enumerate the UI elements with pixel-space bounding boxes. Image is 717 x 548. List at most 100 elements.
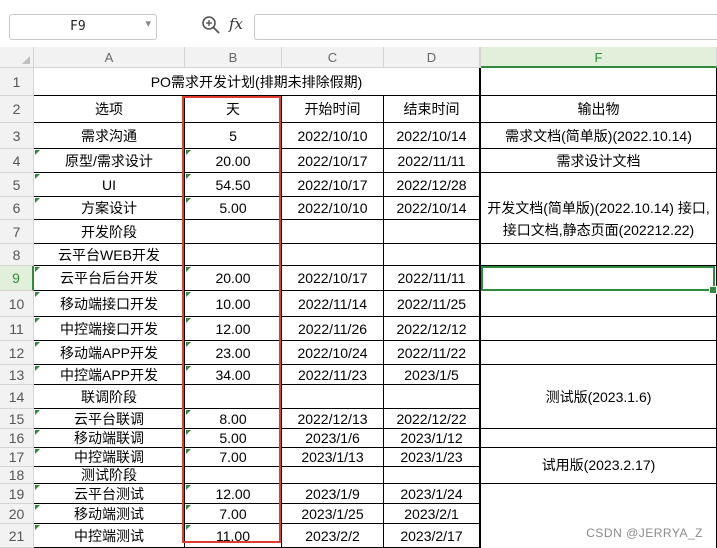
output-f17[interactable]: 试用版(2023.2.17) <box>480 445 717 485</box>
cell-a16[interactable]: 移动端联调 <box>34 429 185 448</box>
cell-a4[interactable]: 原型/需求设计 <box>34 149 185 173</box>
row-header-19[interactable]: 19 <box>0 484 34 504</box>
cell-c4[interactable]: 2022/10/17 <box>282 149 384 173</box>
cell-c21[interactable]: 2023/2/2 <box>282 524 384 548</box>
row-header-11[interactable]: 11 <box>0 317 34 341</box>
cell-b16[interactable]: 5.00 <box>185 429 282 448</box>
row-header-12[interactable]: 12 <box>0 341 34 365</box>
zoom-search-icon[interactable] <box>201 15 221 35</box>
cell-a13[interactable]: 中控端APP开发 <box>34 365 185 385</box>
cell-c3[interactable]: 2022/10/10 <box>282 123 384 149</box>
cell-b18[interactable] <box>185 467 282 484</box>
cell-a11[interactable]: 中控端接口开发 <box>34 317 185 341</box>
cell-f1[interactable] <box>480 68 717 96</box>
cell-b13[interactable]: 34.00 <box>185 365 282 385</box>
header-output[interactable]: 输出物 <box>480 96 717 123</box>
cell-d12[interactable]: 2022/11/22 <box>384 341 480 365</box>
header-end[interactable]: 结束时间 <box>384 96 480 123</box>
cell-d7[interactable] <box>384 220 480 244</box>
cell-d8[interactable] <box>384 244 480 266</box>
cell-b8[interactable] <box>185 244 282 266</box>
header-item[interactable]: 选项 <box>34 96 185 123</box>
output-f5[interactable]: 开发文档(简单版)(2022.10.14) 接口,接口文档,静态页面(20221… <box>480 173 717 266</box>
cell-f11[interactable] <box>480 317 717 341</box>
fill-handle[interactable] <box>709 286 717 294</box>
cell-b6[interactable]: 5.00 <box>185 197 282 220</box>
row-header-15[interactable]: 15 <box>0 409 34 429</box>
cell-d16[interactable]: 2023/1/12 <box>384 429 480 448</box>
cell-a6[interactable]: 方案设计 <box>34 197 185 220</box>
header-start[interactable]: 开始时间 <box>282 96 384 123</box>
row-header-5[interactable]: 5 <box>0 173 34 197</box>
cell-d10[interactable]: 2022/11/25 <box>384 291 480 317</box>
cell-a19[interactable]: 云平台测试 <box>34 484 185 504</box>
row-header-21[interactable]: 21 <box>0 524 34 548</box>
cell-a21[interactable]: 中控端测试 <box>34 524 185 548</box>
cell-f12[interactable] <box>480 341 717 365</box>
cell-f15[interactable] <box>480 409 717 429</box>
cell-a9[interactable]: 云平台后台开发 <box>34 266 185 291</box>
sheet-title[interactable]: PO需求开发计划(排期未排除假期) <box>34 68 480 96</box>
cell-c5[interactable]: 2022/10/17 <box>282 173 384 197</box>
cell-d15[interactable]: 2022/12/22 <box>384 409 480 429</box>
cell-c18[interactable] <box>282 467 384 484</box>
row-header-17[interactable]: 17 <box>0 448 34 467</box>
cell-a7[interactable]: 开发阶段 <box>34 220 185 244</box>
cell-a8[interactable]: 云平台WEB开发 <box>34 244 185 266</box>
cell-b15[interactable]: 8.00 <box>185 409 282 429</box>
cell-c8[interactable] <box>282 244 384 266</box>
cell-a15[interactable]: 云平台联调 <box>34 409 185 429</box>
fx-icon[interactable]: fx <box>229 15 243 33</box>
cell-b7[interactable] <box>185 220 282 244</box>
select-all-corner[interactable] <box>0 47 34 68</box>
column-header-c[interactable]: C <box>282 47 384 68</box>
cell-d6[interactable]: 2022/10/14 <box>384 197 480 220</box>
cell-a10[interactable]: 移动端接口开发 <box>34 291 185 317</box>
cell-c15[interactable]: 2022/12/13 <box>282 409 384 429</box>
cell-c16[interactable]: 2023/1/6 <box>282 429 384 448</box>
cell-d3[interactable]: 2022/10/14 <box>384 123 480 149</box>
cell-c13[interactable]: 2022/11/23 <box>282 365 384 385</box>
cell-b3[interactable]: 5 <box>185 123 282 149</box>
cell-d11[interactable]: 2022/12/12 <box>384 317 480 341</box>
cell-c9[interactable]: 2022/10/17 <box>282 266 384 291</box>
cell-c6[interactable]: 2022/10/10 <box>282 197 384 220</box>
cell-a14[interactable]: 联调阶段 <box>34 385 185 409</box>
row-header-6[interactable]: 6 <box>0 197 34 220</box>
cell-b14[interactable] <box>185 385 282 409</box>
cell-b12[interactable]: 23.00 <box>185 341 282 365</box>
cell-c17[interactable]: 2023/1/13 <box>282 448 384 467</box>
cell-a3[interactable]: 需求沟通 <box>34 123 185 149</box>
cell-f13[interactable] <box>480 365 717 385</box>
cell-b19[interactable]: 12.00 <box>185 484 282 504</box>
cell-b5[interactable]: 54.50 <box>185 173 282 197</box>
row-header-14[interactable]: 14 <box>0 385 34 409</box>
cell-d14[interactable] <box>384 385 480 409</box>
cell-c7[interactable] <box>282 220 384 244</box>
row-header-4[interactable]: 4 <box>0 149 34 173</box>
output-f3[interactable]: 需求文档(简单版)(2022.10.14) <box>480 123 717 149</box>
output-f14[interactable]: 测试版(2023.1.6) <box>480 385 717 409</box>
row-header-13[interactable]: 13 <box>0 365 34 385</box>
cell-d21[interactable]: 2023/2/17 <box>384 524 480 548</box>
cell-c19[interactable]: 2023/1/9 <box>282 484 384 504</box>
cell-b9[interactable]: 20.00 <box>185 266 282 291</box>
row-header-16[interactable]: 16 <box>0 429 34 448</box>
output-f4[interactable]: 需求设计文档 <box>480 149 717 173</box>
chevron-down-icon[interactable]: ▾ <box>145 17 151 30</box>
formula-input[interactable] <box>254 14 717 40</box>
column-header-f[interactable]: F <box>481 47 717 68</box>
row-header-10[interactable]: 10 <box>0 291 34 317</box>
row-header-8[interactable]: 8 <box>0 244 34 266</box>
cell-d17[interactable]: 2023/1/23 <box>384 448 480 467</box>
cell-c10[interactable]: 2022/11/14 <box>282 291 384 317</box>
cell-c14[interactable] <box>282 385 384 409</box>
cell-c12[interactable]: 2022/10/24 <box>282 341 384 365</box>
cell-d4[interactable]: 2022/11/11 <box>384 149 480 173</box>
name-box[interactable]: F9 ▾ <box>9 14 157 40</box>
cell-f20[interactable] <box>480 504 717 524</box>
row-header-20[interactable]: 20 <box>0 504 34 524</box>
cell-b20[interactable]: 7.00 <box>185 504 282 524</box>
cell-d13[interactable]: 2023/1/5 <box>384 365 480 385</box>
cell-b4[interactable]: 20.00 <box>185 149 282 173</box>
